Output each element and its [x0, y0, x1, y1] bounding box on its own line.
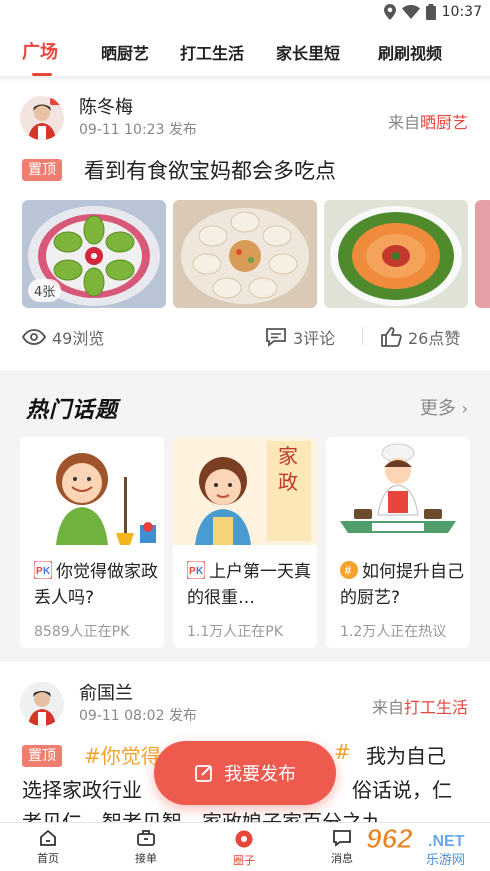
circle-icon	[235, 830, 253, 848]
nav-orders[interactable]: 接单	[116, 829, 176, 866]
post-text-4: 者见仁，智者见智，家政娘子家百分之九	[22, 810, 382, 822]
watermark-logo: 962 .NET 乐游网	[362, 818, 490, 871]
svg-text:K: K	[196, 566, 204, 577]
svg-text:乐游网: 乐游网	[426, 853, 465, 868]
pk-icon: PK	[33, 560, 53, 580]
post-text-2: 选择家政行业	[22, 778, 142, 802]
post-source[interactable]: 来自晒厨艺	[388, 109, 468, 133]
source-prefix-2: 来自	[371, 698, 404, 717]
briefcase-icon	[137, 830, 155, 846]
topic-participants-2: 1.1万人正在PK	[187, 624, 283, 640]
topic-participants-3: 1.2万人正在热议	[340, 624, 447, 640]
status-bar: 10:37	[0, 0, 490, 26]
tab-work-life[interactable]: 打工生活	[180, 40, 244, 64]
likes-count: 26点赞	[408, 329, 461, 348]
more-label: 更多	[419, 398, 456, 419]
post-source-2[interactable]: 来自打工生活	[372, 694, 468, 718]
image-count-badge: 4张	[28, 279, 62, 302]
clock: 10:37	[441, 4, 482, 20]
poster-text: 家政	[278, 444, 298, 494]
svg-text:962: 962	[366, 823, 413, 854]
nav-messages-label: 消息	[331, 852, 353, 865]
hashtag-icon: #	[340, 561, 358, 579]
tab-square[interactable]: 广场	[22, 38, 58, 64]
nav-home[interactable]: 首页	[18, 829, 78, 866]
post-time-2: 09-11 08:02 发布	[79, 708, 197, 724]
avatar[interactable]	[20, 96, 64, 140]
post-image-3[interactable]	[324, 200, 468, 308]
views-count: 49浏览	[52, 329, 105, 348]
topic-question-3: # 如何提升自己的厨艺?	[340, 559, 464, 611]
post-image-1[interactable]: 4张	[22, 200, 166, 308]
post-tag-end: #	[334, 740, 351, 764]
top-tabs: 广场 晒厨艺 打工生活 家长里短 刷刷视频	[0, 30, 490, 76]
message-icon	[333, 830, 351, 847]
post-time: 09-11 10:23 发布	[79, 122, 197, 138]
location-icon	[383, 4, 396, 20]
partial-dish-image	[475, 200, 490, 308]
post-image-2[interactable]	[173, 200, 317, 308]
post-text-1: 我为自己	[366, 744, 446, 768]
pin-badge-2: 置顶	[22, 745, 62, 767]
topic-card-3[interactable]: # 如何提升自己的厨艺? 1.2万人正在热议	[326, 437, 470, 648]
topic-question-text-3: 如何提升自己的厨艺?	[340, 562, 464, 608]
comments-stat[interactable]: 3评论	[265, 325, 335, 349]
avatar-image-2	[20, 682, 64, 726]
battery-icon	[425, 4, 436, 20]
nav-circle-label: 圈子	[233, 854, 255, 867]
post-tag[interactable]: #你觉得	[84, 740, 161, 769]
tab-cooking[interactable]: 晒厨艺	[101, 40, 149, 64]
more-link[interactable]: 更多 ›	[420, 394, 468, 420]
topic-question-text-2: 上户第一天真的很重…	[187, 562, 311, 608]
publish-label: 我要发布	[224, 764, 296, 785]
likes-stat[interactable]: 26点赞	[380, 325, 460, 349]
tab-chitchat[interactable]: 家长里短	[276, 40, 340, 64]
post-title[interactable]: 看到有食欲宝妈都会多吃点	[84, 155, 336, 185]
comment-icon	[266, 328, 286, 347]
post-author[interactable]: 陈冬梅	[79, 93, 133, 119]
home-icon	[40, 829, 56, 846]
nav-circle[interactable]: 圈子	[214, 829, 274, 868]
topic-card-2[interactable]: 家政 P K 上户第一天真的很重… 1.1万人正在PK	[173, 437, 317, 648]
eye-icon	[22, 329, 46, 345]
topic-question-text-1: 你觉得做家政丢人吗?	[34, 562, 158, 608]
topic-participants-1: 8589人正在PK	[34, 624, 130, 640]
svg-text:P: P	[36, 566, 43, 577]
tab-videos[interactable]: 刷刷视频	[378, 40, 442, 64]
hot-topics-title: 热门话题	[26, 398, 119, 423]
nav-home-label: 首页	[37, 852, 59, 865]
avatar-image	[20, 96, 64, 140]
svg-text:K: K	[43, 566, 51, 577]
stat-divider	[362, 327, 363, 345]
tabs-divider	[0, 76, 490, 82]
svg-text:P: P	[189, 566, 196, 577]
comments-count: 3评论	[293, 329, 336, 348]
post-image-4[interactable]	[475, 200, 490, 308]
housekeeper-illustration	[20, 437, 164, 545]
thumbs-up-icon	[381, 327, 402, 347]
source-prefix: 来自	[387, 113, 420, 132]
views-stat: 49浏览	[22, 325, 104, 349]
chevron-right-icon: ›	[461, 399, 468, 418]
source-name[interactable]: 晒厨艺	[420, 113, 468, 132]
watermark-962-logo: 962 .NET 乐游网	[366, 823, 466, 869]
topic-question-1: P K 你觉得做家政丢人吗?	[33, 559, 158, 611]
svg-text:.NET: .NET	[428, 833, 465, 850]
pk-icon: PK	[186, 560, 206, 580]
topic-question-2: P K 上户第一天真的很重…	[186, 559, 311, 611]
pin-badge: 置顶	[22, 159, 62, 181]
publish-button[interactable]: 我要发布	[154, 741, 336, 805]
nav-orders-label: 接单	[135, 852, 157, 865]
wifi-icon	[401, 5, 420, 19]
topic-card-1[interactable]: P K 你觉得做家政丢人吗? 8589人正在PK	[20, 437, 164, 648]
dumpling-dish-image	[173, 200, 317, 308]
avatar-2[interactable]	[20, 682, 64, 726]
post-author-2[interactable]: 俞国兰	[79, 679, 133, 705]
edit-icon	[195, 765, 212, 782]
svg-text:#: #	[345, 564, 352, 578]
post-text-3: 俗话说，仁	[352, 778, 452, 802]
chef-illustration	[326, 437, 470, 545]
shrimp-dish-image	[324, 200, 468, 308]
source-name-2[interactable]: 打工生活	[404, 698, 468, 717]
